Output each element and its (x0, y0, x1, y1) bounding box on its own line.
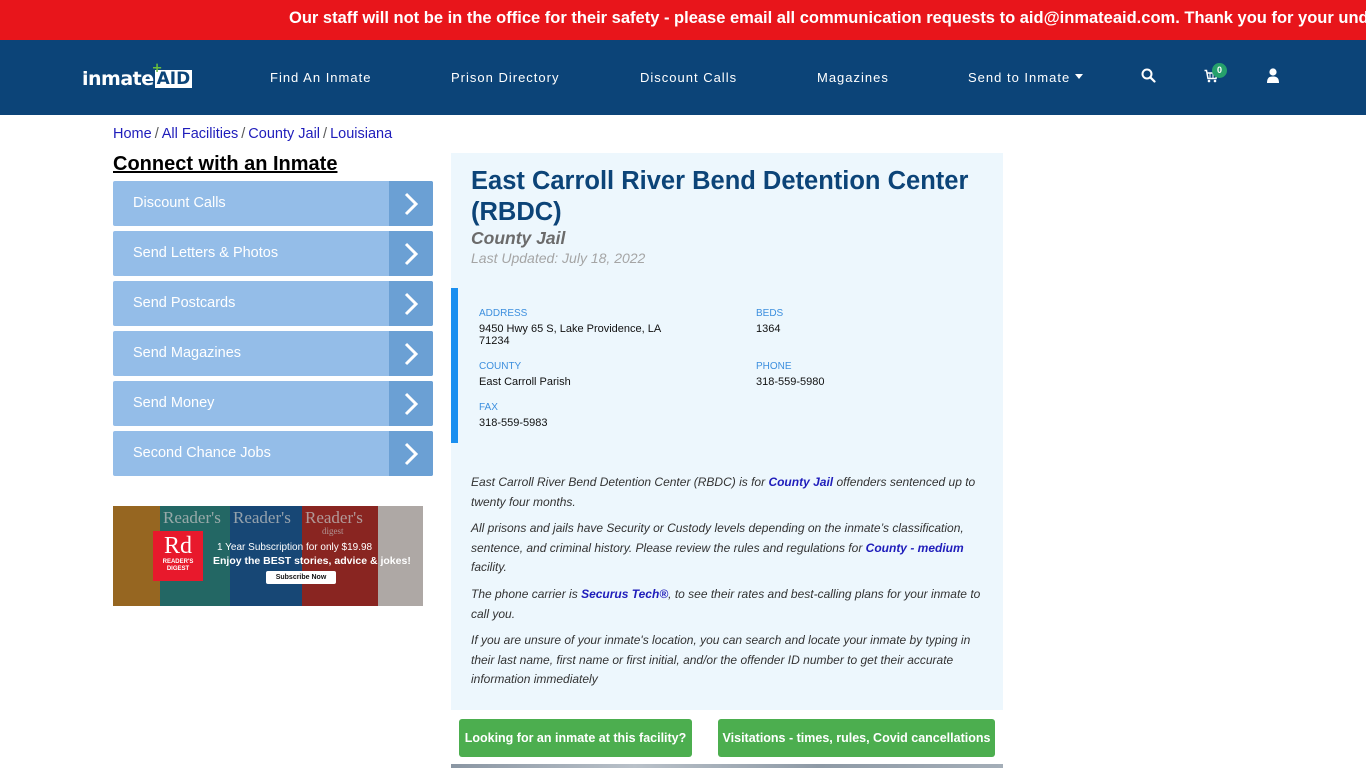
readers-digest-ad[interactable]: Reader's Reader's Reader's digest Rd READ… (113, 506, 423, 606)
address-field: ADDRESS 9450 Hwy 65 S, Lake Providence, … (479, 308, 669, 347)
chevron-right-icon (389, 281, 433, 326)
nav-magazines[interactable]: Magazines (817, 70, 889, 85)
logo-accent: + AID (152, 62, 193, 88)
sidebar-item-discount-calls[interactable]: Discount Calls (113, 181, 433, 226)
phone-field: PHONE 318-559-5980 (756, 361, 956, 388)
facility-image-top (451, 764, 1003, 768)
readers-digest-logo: Rd READER'S DIGEST (153, 531, 203, 581)
rd-logo-subtext: READER'S DIGEST (162, 559, 194, 572)
chevron-right-icon (389, 181, 433, 226)
breadcrumb-separator: / (323, 126, 328, 142)
sidebar-title: Connect with an Inmate (113, 153, 338, 175)
breadcrumb-home[interactable]: Home (113, 126, 152, 142)
beds-value: 1364 (756, 323, 781, 335)
breadcrumb-louisiana[interactable]: Louisiana (330, 126, 392, 142)
description-text: facility. (471, 560, 507, 574)
plus-icon: + (151, 61, 163, 76)
rd-logo-text: Rd (163, 533, 192, 559)
user-icon[interactable] (1267, 68, 1279, 88)
sidebar-item-label: Discount Calls (133, 195, 226, 211)
county-jail-link[interactable]: County Jail (768, 475, 833, 489)
breadcrumb: Home / All Facilities / County Jail / Louisian… (113, 126, 392, 142)
breadcrumb-separator: / (241, 126, 246, 142)
breadcrumb-separator: / (154, 126, 159, 142)
county-value: East Carroll Parish (479, 376, 571, 388)
breadcrumb-county-jail[interactable]: County Jail (248, 126, 320, 142)
chevron-right-icon (389, 381, 433, 426)
sidebar-item-label: Second Chance Jobs (133, 445, 271, 461)
fax-field: FAX 318-559-5983 (479, 402, 679, 429)
alert-text: Our staff will not be in the office for … (289, 9, 1366, 27)
county-label: COUNTY (479, 361, 522, 372)
phone-label: PHONE (756, 361, 792, 372)
facility-title: East Carroll River Bend Detention Center… (471, 167, 969, 226)
alert-banner: Our staff will not be in the office for … (0, 0, 1366, 40)
chevron-right-icon (389, 231, 433, 276)
description-paragraph: If you are unsure of your inmate's locat… (471, 633, 971, 686)
address-label: ADDRESS (479, 308, 528, 319)
beds-label: BEDS (756, 308, 784, 319)
breadcrumb-all-facilities[interactable]: All Facilities (162, 126, 239, 142)
fax-label: FAX (479, 402, 498, 413)
top-navbar: inmate + AID Find An Inmate Prison Direct… (0, 40, 1366, 115)
sidebar-item-send-letters-photos[interactable]: Send Letters & Photos (113, 231, 433, 276)
description-paragraph: The phone carrier is Securus Tech®, to s… (471, 585, 986, 624)
chevron-right-icon (389, 431, 433, 476)
county-field: COUNTY East Carroll Parish (479, 361, 679, 388)
visitations-button[interactable]: Visitations - times, rules, Covid cancel… (718, 719, 995, 757)
sidebar-item-send-postcards[interactable]: Send Postcards (113, 281, 433, 326)
nav-discount-calls[interactable]: Discount Calls (640, 70, 737, 85)
beds-field: BEDS 1364 (756, 308, 956, 335)
cart-count-badge: 0 (1212, 63, 1227, 78)
sidebar-menu: Discount Calls Send Letters & Photos Sen… (113, 181, 433, 481)
address-value: 9450 Hwy 65 S, Lake Providence, LA 71234 (479, 323, 661, 347)
fax-value: 318-559-5983 (479, 417, 548, 429)
site-logo[interactable]: inmate + AID (82, 62, 193, 90)
sidebar-item-send-magazines[interactable]: Send Magazines (113, 331, 433, 376)
sidebar-item-send-money[interactable]: Send Money (113, 381, 433, 426)
ad-tagline: Enjoy the BEST stories, advice & jokes! (213, 555, 411, 567)
info-accent-bar (451, 288, 458, 443)
logo-text: inmate (82, 68, 154, 90)
description-paragraph: All prisons and jails have Security or C… (471, 519, 986, 578)
sidebar-item-second-chance-jobs[interactable]: Second Chance Jobs (113, 431, 433, 476)
sidebar-item-label: Send Postcards (133, 295, 236, 311)
facility-info-box: ADDRESS 9450 Hwy 65 S, Lake Providence, … (451, 288, 1003, 443)
nav-send-to-inmate[interactable]: Send to Inmate (968, 70, 1084, 85)
sidebar-item-label: Send Money (133, 395, 215, 411)
county-medium-link[interactable]: County - medium (866, 541, 964, 555)
nav-send-to-inmate-label: Send to Inmate (968, 70, 1071, 85)
facility-type: County Jail (471, 228, 566, 248)
sidebar-item-label: Send Magazines (133, 345, 242, 361)
ad-offer-text: 1 Year Subscription for only $19.98 (217, 542, 373, 553)
description-text: East Carroll River Bend Detention Center… (471, 475, 769, 489)
search-icon[interactable] (1141, 68, 1156, 88)
caret-down-icon (1075, 74, 1084, 80)
nav-prison-directory[interactable]: Prison Directory (451, 70, 559, 85)
facility-card: East Carroll River Bend Detention Center… (451, 153, 1003, 710)
description-paragraph: East Carroll River Bend Detention Center… (471, 473, 986, 512)
sidebar-item-label: Send Letters & Photos (133, 245, 279, 261)
last-updated: Last Updated: July 18, 2022 (471, 250, 646, 266)
subscribe-now-button[interactable]: Subscribe Now (266, 571, 336, 584)
description-text: The phone carrier is (471, 587, 582, 601)
securus-tech-link[interactable]: Securus Tech® (581, 587, 668, 601)
nav-find-inmate[interactable]: Find An Inmate (270, 70, 371, 85)
chevron-right-icon (389, 331, 433, 376)
find-inmate-at-facility-button[interactable]: Looking for an inmate at this facility? (459, 719, 692, 757)
phone-value: 318-559-5980 (756, 376, 825, 388)
